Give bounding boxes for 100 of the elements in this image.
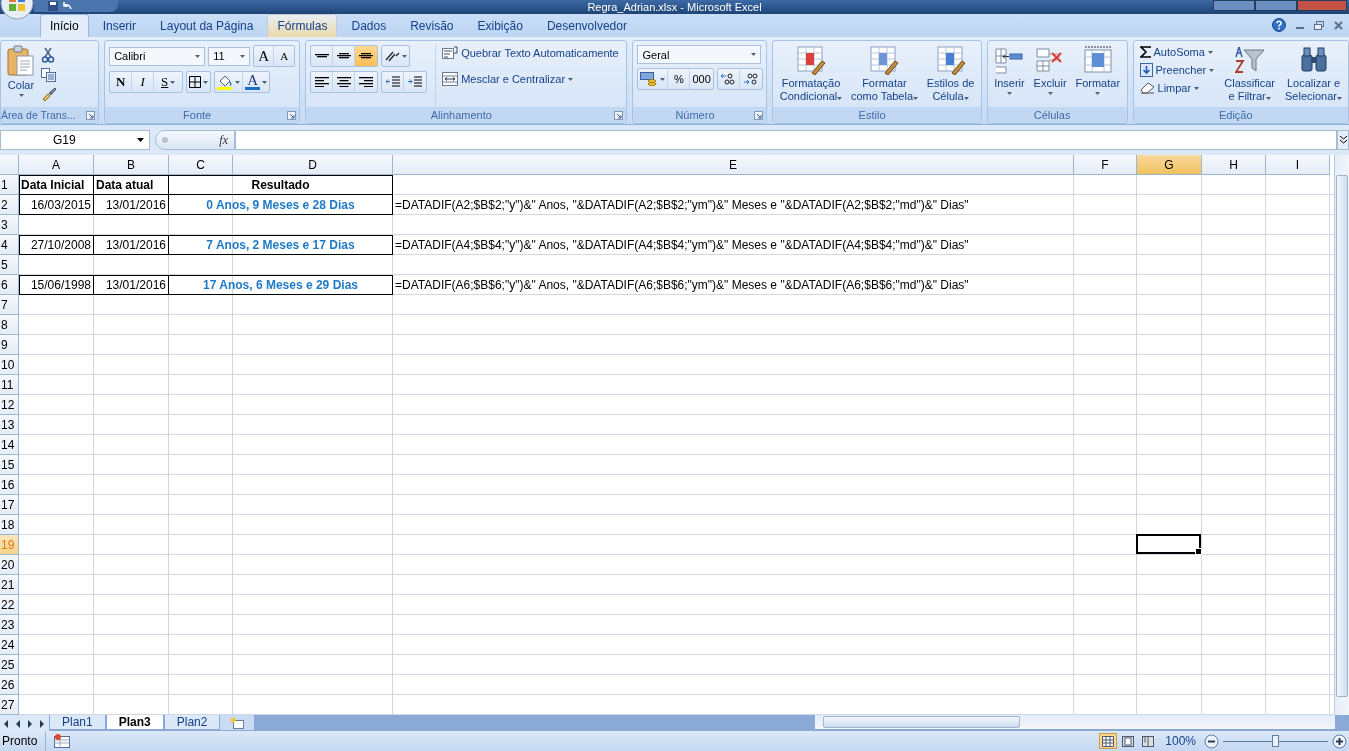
- cells-button[interactable]: Excluir: [1031, 45, 1069, 107]
- row-header[interactable]: 5: [0, 255, 19, 275]
- insert-sheet-button[interactable]: [220, 715, 255, 730]
- macro-record-icon[interactable]: [54, 734, 71, 748]
- row-header[interactable]: 26: [0, 675, 19, 695]
- find-select-button[interactable]: Localizar e Selecionar: [1283, 45, 1344, 107]
- cells-button[interactable]: Inserir: [992, 45, 1027, 107]
- font-size-dropdown[interactable]: 11: [208, 46, 251, 66]
- scissors-icon[interactable]: [41, 47, 55, 63]
- help-icon[interactable]: [1272, 18, 1286, 32]
- row-header[interactable]: 10: [0, 355, 19, 375]
- column-header[interactable]: F: [1074, 155, 1137, 175]
- row-header[interactable]: 16: [0, 475, 19, 495]
- row-header[interactable]: 24: [0, 635, 19, 655]
- horizontal-scrollbar[interactable]: [815, 715, 1335, 729]
- row-header[interactable]: 25: [0, 655, 19, 675]
- ribbon-tab[interactable]: Revisão: [400, 14, 464, 37]
- row-header[interactable]: 11: [0, 375, 19, 395]
- undo-icon[interactable]: [62, 2, 72, 10]
- row-header[interactable]: 4: [0, 235, 19, 255]
- formula-input[interactable]: [235, 130, 1337, 150]
- row-header[interactable]: 22: [0, 595, 19, 615]
- paste-button[interactable]: Colar: [5, 45, 37, 107]
- ribbon-tab[interactable]: Inserir: [92, 14, 147, 37]
- restore-icon[interactable]: [1314, 20, 1324, 30]
- row-header[interactable]: 17: [0, 495, 19, 515]
- styles-button[interactable]: Formatação Condicional: [777, 45, 845, 107]
- view-button[interactable]: [1099, 733, 1118, 749]
- row-header[interactable]: 18: [0, 515, 19, 535]
- expand-formula-button[interactable]: [1337, 130, 1349, 150]
- ribbon-tab[interactable]: Dados: [341, 14, 397, 37]
- column-header[interactable]: H: [1202, 155, 1266, 175]
- ribbon-tab[interactable]: Início: [40, 14, 89, 37]
- sheet-tab[interactable]: Plan3: [105, 715, 164, 730]
- row-header[interactable]: 27: [0, 695, 19, 715]
- zoom-in-icon[interactable]: [1332, 733, 1347, 749]
- row-header[interactable]: 13: [0, 415, 19, 435]
- brush-icon[interactable]: [41, 87, 57, 101]
- column-header[interactable]: E: [393, 155, 1074, 175]
- row-header[interactable]: 20: [0, 555, 19, 575]
- ribbon-tab[interactable]: Layout da Página: [150, 14, 264, 37]
- dialog-launcher-icon[interactable]: [754, 111, 764, 120]
- row-header[interactable]: 2: [0, 195, 19, 215]
- slider-thumb[interactable]: [1271, 735, 1279, 747]
- close-button[interactable]: [1297, 0, 1347, 11]
- merge-center-button[interactable]: Mesclar e Centralizar: [440, 71, 621, 87]
- styles-button[interactable]: Formatar como Tabela: [848, 45, 921, 107]
- row-header[interactable]: 14: [0, 435, 19, 455]
- currency-button[interactable]: [638, 69, 669, 89]
- row-header[interactable]: 23: [0, 615, 19, 635]
- thousands-button[interactable]: 000: [690, 69, 713, 89]
- vertical-align-button[interactable]: [355, 46, 378, 66]
- cells-button[interactable]: Formatar: [1073, 45, 1123, 107]
- shrink-font-button[interactable]: A: [274, 46, 295, 66]
- column-header[interactable]: C: [169, 155, 233, 175]
- vertical-scrollbar[interactable]: [1334, 155, 1349, 715]
- sheet-tab[interactable]: Plan1: [49, 715, 106, 730]
- name-box[interactable]: G19: [0, 130, 150, 150]
- font-name-dropdown[interactable]: Calibri: [109, 46, 206, 66]
- row-header[interactable]: 15: [0, 455, 19, 475]
- row-header[interactable]: 3: [0, 215, 19, 235]
- autosum-button[interactable]: AutoSoma: [1137, 45, 1217, 59]
- row-header[interactable]: 6: [0, 275, 19, 295]
- ribbon-tab[interactable]: Exibição: [467, 14, 533, 37]
- sheet-tab[interactable]: Plan2: [163, 715, 221, 730]
- clear-button[interactable]: Limpar: [1137, 81, 1217, 95]
- minimize-button[interactable]: [1213, 0, 1255, 11]
- dialog-launcher-icon[interactable]: [287, 111, 297, 120]
- column-header[interactable]: B: [94, 155, 169, 175]
- dialog-launcher-icon[interactable]: [86, 111, 96, 120]
- maximize-button[interactable]: [1255, 0, 1297, 11]
- row-header[interactable]: 8: [0, 315, 19, 335]
- save-icon[interactable]: [48, 1, 58, 11]
- insert-function-button[interactable]: fx: [219, 132, 228, 148]
- row-header[interactable]: 7: [0, 295, 19, 315]
- percent-button[interactable]: %: [668, 69, 691, 89]
- fill-button[interactable]: Preencher: [1137, 62, 1217, 78]
- column-header[interactable]: D: [233, 155, 393, 175]
- ribbon-tab[interactable]: Fórmulas: [267, 14, 338, 37]
- row-header[interactable]: 21: [0, 575, 19, 595]
- row-header[interactable]: 12: [0, 395, 19, 415]
- fill-color-button[interactable]: [215, 72, 244, 92]
- copy-icon[interactable]: [41, 68, 56, 82]
- wrap-text-button[interactable]: Quebrar Texto Automaticamente: [440, 45, 621, 61]
- row-header[interactable]: 9: [0, 335, 19, 355]
- column-header[interactable]: I: [1266, 155, 1330, 175]
- zoom-level[interactable]: 100%: [1157, 734, 1204, 748]
- grow-font-button[interactable]: A: [254, 46, 275, 66]
- bold-button[interactable]: N: [110, 72, 133, 92]
- sort-filter-button[interactable]: Classificar e Filtrar: [1222, 45, 1277, 107]
- styles-button[interactable]: Estilos de Célula: [924, 45, 977, 107]
- dialog-launcher-icon[interactable]: [614, 111, 624, 120]
- number-format-dropdown[interactable]: Geral: [637, 45, 762, 64]
- ribbon-tab[interactable]: Desenvolvedor: [536, 14, 637, 37]
- close-icon[interactable]: [1334, 20, 1343, 30]
- zoom-out-icon[interactable]: [1204, 733, 1219, 749]
- row-header[interactable]: 1: [0, 175, 19, 195]
- column-header[interactable]: G: [1137, 155, 1202, 175]
- column-header[interactable]: A: [19, 155, 94, 175]
- italic-button[interactable]: I: [132, 72, 155, 92]
